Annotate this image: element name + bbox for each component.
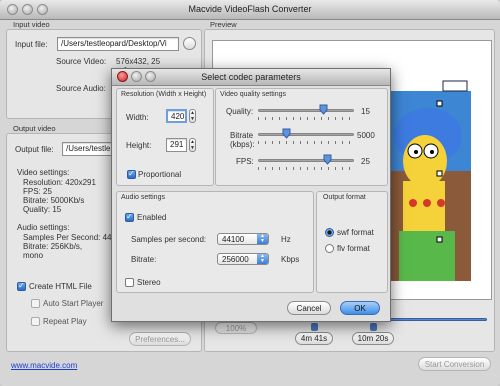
flv-format-label: flv format — [337, 244, 370, 253]
stereo-checkbox[interactable] — [125, 278, 134, 287]
fps-slider[interactable] — [258, 159, 354, 162]
audio-enabled-checkbox[interactable] — [125, 212, 134, 222]
height-label: Height: — [126, 141, 152, 150]
preview-group-title: Preview — [210, 20, 237, 29]
source-audio-label: Source Audio: — [56, 84, 106, 93]
width-field[interactable]: 420 — [166, 109, 187, 123]
progress-percent-button[interactable]: 100% — [215, 322, 257, 334]
trim-start-handle[interactable] — [311, 323, 318, 331]
output-file-label: Output file: — [15, 145, 54, 154]
output-format-group-title: Output format — [323, 194, 366, 201]
height-field[interactable]: 291 — [166, 138, 187, 152]
quality-value: 15 — [361, 107, 370, 116]
audio-settings-title: Audio settings: — [17, 223, 70, 232]
width-stepper[interactable]: ▲ ▼ — [189, 109, 196, 123]
resolution-summary: Resolution: 420x291 — [23, 178, 96, 187]
dialog-title-bar: Select codec parameters — [112, 69, 390, 86]
bitrate-label-unit: (kbps): — [230, 140, 255, 149]
video-quality-group-title: Video quality settings — [220, 91, 287, 98]
audio-group-title: Audio settings — [121, 194, 165, 201]
height-stepper[interactable]: ▲ ▼ — [189, 138, 196, 152]
fps-slider-ticks — [258, 167, 354, 170]
quality-label: Quality: — [226, 107, 254, 116]
window-title: Macvide VideoFlash Converter — [188, 4, 312, 14]
create-html-label: Create HTML File — [29, 282, 92, 291]
samples-popup[interactable]: 44100 ▲ ▼ — [217, 233, 269, 245]
website-link[interactable]: www.macvide.com — [11, 361, 77, 370]
bitrate-label: Bitrate — [230, 131, 254, 140]
bitrate-value: 5000 — [357, 131, 375, 140]
trim-end-handle[interactable] — [370, 323, 377, 331]
start-conversion-button[interactable]: Start Conversion — [418, 357, 491, 371]
input-file-label: Input file: — [15, 40, 48, 49]
ok-button[interactable]: OK — [340, 301, 380, 315]
swf-format-label: swf format — [337, 228, 374, 237]
channels-summary: mono — [23, 251, 44, 260]
quality-slider-thumb[interactable] — [319, 104, 328, 115]
quality-slider[interactable] — [258, 109, 354, 112]
repeat-play-checkbox[interactable] — [31, 317, 40, 326]
title-bar: Macvide VideoFlash Converter — [0, 0, 500, 20]
input-video-group-title: Input video — [13, 20, 50, 29]
bitrate-slider-ticks — [258, 141, 354, 144]
audio-bitrate-label: Bitrate: — [131, 255, 157, 264]
samples-popup-arrow-icon: ▲ ▼ — [257, 234, 268, 244]
quality-slider-ticks — [258, 117, 354, 120]
auto-start-label: Auto Start Player — [43, 299, 104, 308]
output-video-group-title: Output video — [13, 124, 56, 133]
input-file-field[interactable]: /Users/testleopard/Desktop/Vi — [57, 37, 179, 51]
quality-summary: Quality: 15 — [23, 205, 62, 214]
preferences-button[interactable]: Preferences... — [129, 332, 191, 346]
audio-enabled-label: Enabled — [137, 213, 167, 222]
fps-value: 25 — [361, 157, 370, 166]
resolution-panel: Resolution (Width x Height) Width: 420 ▲… — [116, 88, 214, 186]
codec-parameters-dialog: Select codec parameters Resolution (Widt… — [111, 68, 391, 322]
audio-bitrate-summary: Bitrate: 256Kb/s, — [23, 242, 83, 251]
proportional-checkbox[interactable] — [127, 169, 136, 179]
audio-bitrate-popup[interactable]: 256000 ▲ ▼ — [217, 253, 269, 265]
width-label: Width: — [126, 113, 149, 122]
audio-settings-panel: Audio settings Enabled Samples per secon… — [116, 191, 314, 293]
flv-format-radio[interactable] — [325, 244, 334, 253]
resolution-group-title: Resolution (Width x Height) — [121, 91, 207, 98]
browse-input-button[interactable] — [183, 37, 196, 50]
samples-popup-value: 44100 — [222, 235, 245, 244]
trim-start-time: 4m 41s — [295, 332, 333, 345]
audio-bitrate-popup-value: 256000 — [222, 255, 249, 264]
create-html-checkbox[interactable] — [17, 281, 26, 291]
fps-slider-thumb[interactable] — [323, 154, 332, 165]
samples-summary: Samples Per Second: 44k — [23, 233, 116, 242]
swf-format-radio[interactable] — [325, 228, 334, 237]
cancel-button[interactable]: Cancel — [287, 301, 331, 315]
source-video-label: Source Video: — [56, 57, 107, 66]
fps-summary: FPS: 25 — [23, 187, 52, 196]
bitrate-slider[interactable] — [258, 133, 354, 136]
proportional-label: Proportional — [138, 170, 182, 179]
video-settings-title: Video settings: — [17, 168, 70, 177]
bitrate-slider-thumb[interactable] — [282, 128, 291, 139]
samples-label: Samples per second: — [131, 235, 207, 244]
dialog-title: Select codec parameters — [201, 72, 301, 82]
fps-label: FPS: — [236, 157, 254, 166]
repeat-play-label: Repeat Play — [43, 317, 87, 326]
samples-unit: Hz — [281, 235, 291, 244]
audio-bitrate-popup-arrow-icon: ▲ ▼ — [257, 254, 268, 264]
stereo-label: Stereo — [137, 278, 161, 287]
audio-bitrate-unit: Kbps — [281, 255, 300, 264]
output-format-panel: Output format swf format flv format — [316, 191, 388, 293]
source-video-value: 576x432, 25 — [116, 57, 161, 66]
auto-start-checkbox[interactable] — [31, 299, 40, 308]
bitrate-summary: Bitrate: 5000Kb/s — [23, 196, 85, 205]
trim-end-time: 10m 20s — [352, 332, 394, 345]
video-quality-panel: Video quality settings Quality: 15 Bitra… — [215, 88, 388, 186]
